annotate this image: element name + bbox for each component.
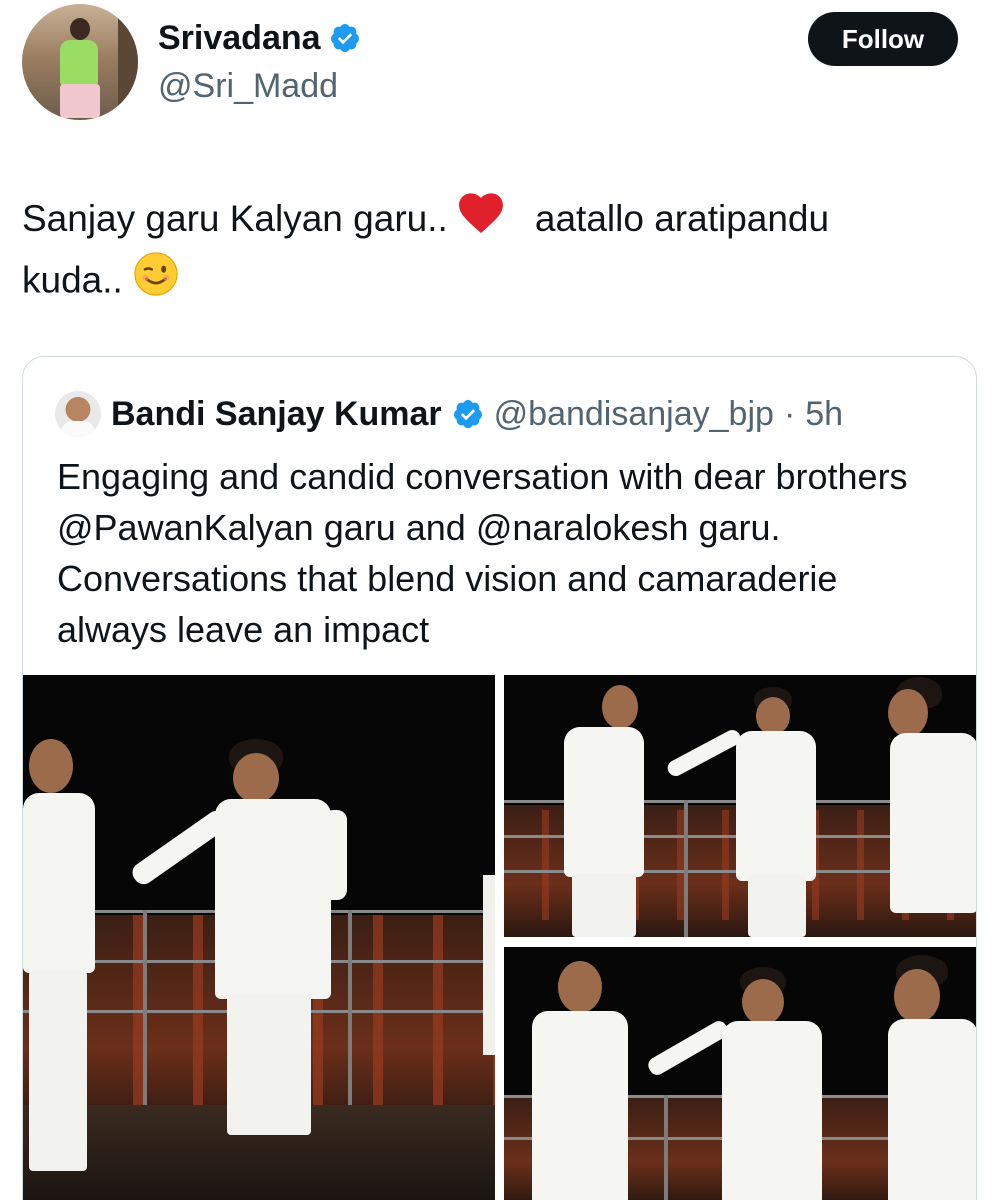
wink-emoji-icon: [133, 251, 179, 314]
photo-post: [684, 800, 688, 937]
photo-edge-figure: [483, 875, 495, 1055]
photo-person-head: [602, 685, 638, 729]
photo-person-legs: [29, 971, 87, 1171]
quoted-separator: ·: [783, 394, 796, 433]
avatar-figure-bottom: [60, 84, 100, 118]
photo-person-body: [888, 1019, 976, 1200]
photo-person-body: [532, 1011, 628, 1200]
photo-post: [664, 1095, 668, 1200]
avatar-figure-head: [70, 18, 90, 40]
photo-person-arm: [323, 810, 347, 900]
photo-person-arm: [664, 727, 744, 779]
photo-person-head: [558, 961, 602, 1013]
photo-person-body: [736, 731, 816, 881]
follow-button[interactable]: Follow: [808, 12, 958, 66]
photo-person-body: [215, 799, 331, 999]
photo-person-body: [564, 727, 644, 877]
quoted-photo-2[interactable]: [504, 675, 976, 937]
photo-person-legs: [572, 873, 636, 937]
photo-person-body: [890, 733, 976, 913]
tweet-text-part3: kuda..: [22, 259, 123, 300]
heart-emoji-icon: [458, 192, 504, 251]
photo-person-legs: [227, 995, 311, 1135]
avatar-bg-pillar: [118, 4, 138, 120]
photo-person-head: [894, 969, 940, 1023]
tweet-text: Sanjay garu Kalyan garu.. aatallo aratip…: [22, 190, 972, 314]
photo-person-head: [888, 689, 928, 737]
quoted-author-name[interactable]: Bandi Sanjay Kumar: [111, 395, 442, 434]
author-name-row[interactable]: Srivadana: [158, 16, 361, 60]
quoted-tweet-header: Bandi Sanjay Kumar @bandisanjay_bjp · 5h: [55, 391, 843, 437]
quoted-timestamp[interactable]: 5h: [805, 395, 843, 434]
quoted-author-handle[interactable]: @bandisanjay_bjp: [494, 395, 774, 434]
verified-badge-icon: [330, 24, 359, 52]
quoted-photo-3[interactable]: [504, 947, 976, 1200]
quoted-photo-1[interactable]: [23, 675, 495, 1200]
quoted-tweet-card[interactable]: Bandi Sanjay Kumar @bandisanjay_bjp · 5h…: [22, 356, 977, 1200]
author-avatar[interactable]: [22, 4, 138, 120]
avatar-figure-top: [60, 40, 98, 86]
tweet-text-part1: Sanjay garu Kalyan garu..: [22, 198, 448, 239]
photo-person-legs: [748, 875, 806, 937]
author-handle[interactable]: @Sri_Madd: [158, 64, 338, 108]
author-display-name[interactable]: Srivadana: [158, 16, 321, 60]
quoted-avatar-shoulders: [61, 421, 95, 437]
tweet-text-part2: aatallo aratipandu: [534, 198, 830, 239]
photo-person-head: [29, 739, 73, 793]
quoted-verified-badge-icon: [453, 400, 482, 428]
photo-person-head: [742, 979, 784, 1025]
photo-person-arm: [645, 1018, 731, 1078]
quoted-author-avatar[interactable]: [55, 391, 101, 437]
photo-person-body: [722, 1021, 822, 1200]
photo-person-head: [233, 753, 279, 803]
photo-person-body: [23, 793, 95, 973]
quoted-tweet-text: Engaging and candid conversation with de…: [57, 456, 908, 650]
photo-person-head: [756, 697, 790, 735]
